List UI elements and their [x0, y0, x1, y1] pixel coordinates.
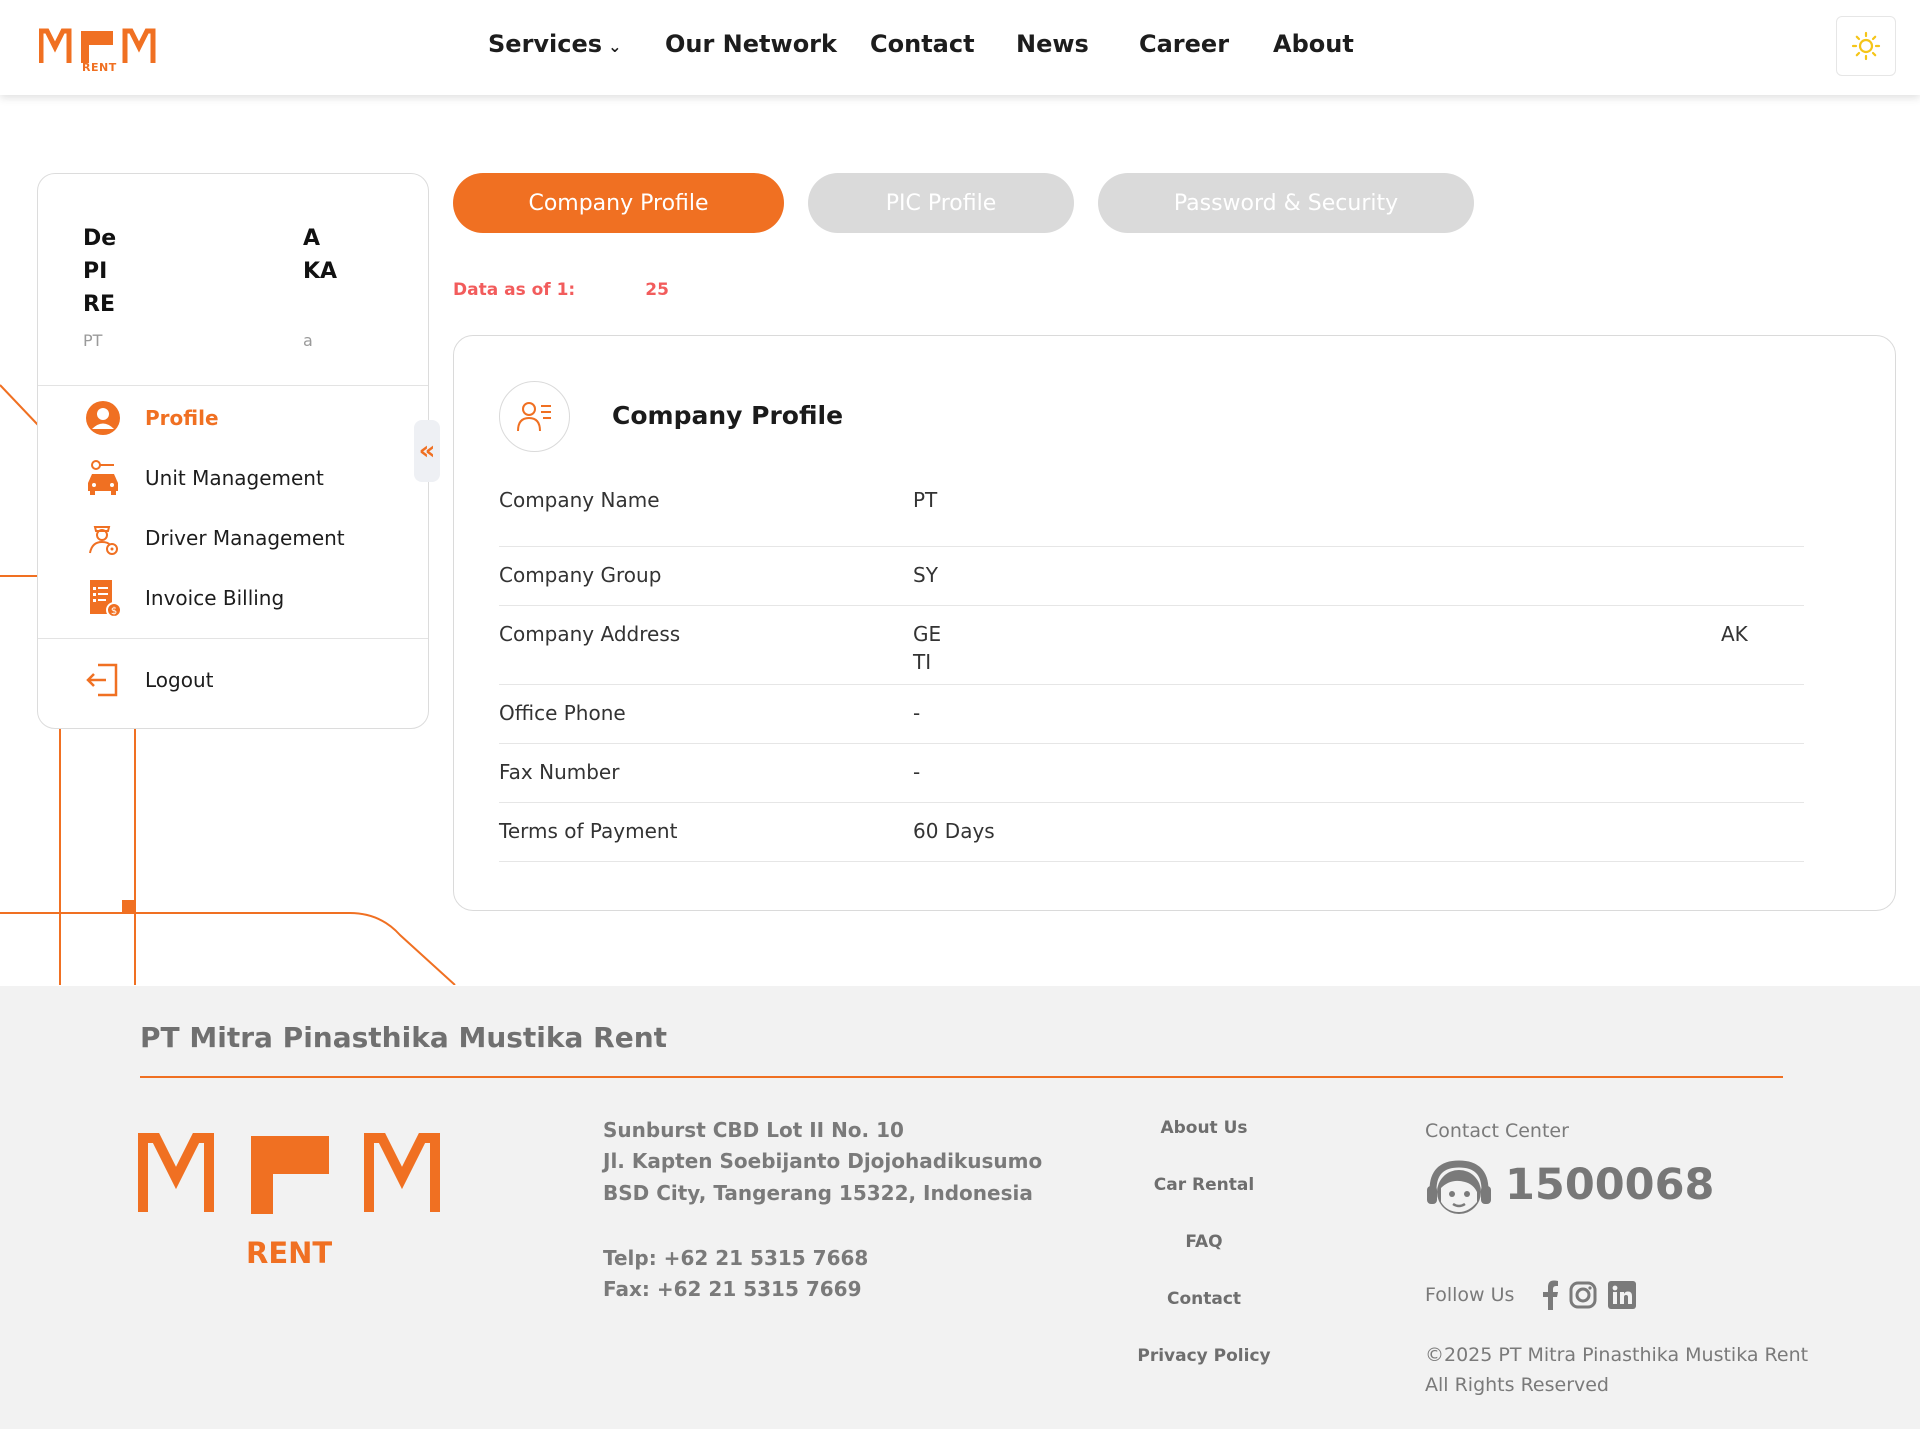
- sidebar-item-driver-management[interactable]: Driver Management: [83, 518, 345, 558]
- contact-center-label: Contact Center: [1425, 1120, 1569, 1142]
- instagram-icon[interactable]: [1568, 1280, 1598, 1310]
- table-row: Terms of Payment 60 Days: [499, 803, 1804, 862]
- rights-text: All Rights Reserved: [1425, 1374, 1609, 1396]
- footer-link-faq[interactable]: FAQ: [1104, 1232, 1304, 1252]
- svg-text:$: $: [111, 606, 117, 617]
- user-name-line: PI KA: [83, 259, 338, 284]
- section-title: Company Profile: [612, 401, 844, 430]
- footer-link-about-us[interactable]: About Us: [1104, 1118, 1304, 1138]
- facebook-icon[interactable]: [1535, 1280, 1565, 1310]
- tab-password-security[interactable]: Password & Security: [1098, 173, 1474, 233]
- headset-agent-icon: [1427, 1160, 1491, 1214]
- double-chevron-left-icon: «: [418, 436, 436, 466]
- divider: [38, 385, 428, 386]
- copyright-text: ©2025 PT Mitra Pinasthika Mustika Rent: [1425, 1344, 1809, 1366]
- profile-list-icon: [499, 381, 570, 452]
- site-header: RENT Services ⌄ Our Network Contact News …: [0, 0, 1920, 95]
- logo-subtitle: RENT: [82, 61, 117, 74]
- footer-mpm-logo: [138, 1133, 440, 1214]
- divider: [38, 638, 428, 639]
- address-line: Sunburst CBD Lot II No. 10: [603, 1118, 904, 1142]
- site-footer: PT Mitra Pinasthika Mustika Rent RENT Su…: [0, 986, 1920, 1429]
- telp-line: Telp: +62 21 5315 7668: [603, 1246, 869, 1270]
- nav-news[interactable]: News: [1016, 30, 1089, 58]
- footer-link-contact[interactable]: Contact: [1104, 1289, 1304, 1309]
- table-row: Company Group SY: [499, 547, 1804, 606]
- user-company: PT a: [83, 331, 313, 350]
- account-sidebar: De A PI KA RE PT a Profile Unit Manageme…: [37, 173, 429, 729]
- table-row: Office Phone -: [499, 685, 1804, 744]
- user-name-line: De A: [83, 226, 321, 251]
- data-as-of-label: Data as of 1: 25: [453, 280, 669, 300]
- theme-toggle-button[interactable]: [1836, 16, 1896, 76]
- sidebar-item-invoice-billing[interactable]: $ Invoice Billing: [83, 578, 284, 618]
- fax-line: Fax: +62 21 5315 7669: [603, 1277, 862, 1301]
- user-circle-icon: [83, 398, 123, 438]
- logout-icon: [83, 660, 123, 700]
- sidebar-item-profile[interactable]: Profile: [83, 398, 219, 438]
- footer-company-name: PT Mitra Pinasthika Mustika Rent: [140, 1021, 668, 1054]
- nav-contact[interactable]: Contact: [870, 30, 975, 58]
- footer-logo-subtitle: RENT: [246, 1236, 333, 1270]
- sidebar-item-unit-management[interactable]: Unit Management: [83, 458, 324, 498]
- car-icon: [83, 458, 123, 498]
- address-line: BSD City, Tangerang 15322, Indonesia: [603, 1181, 1033, 1205]
- address-line: Jl. Kapten Soebijanto Djojohadikusumo: [603, 1149, 1043, 1173]
- nav-about[interactable]: About: [1273, 30, 1354, 58]
- chevron-down-icon: ⌄: [608, 37, 622, 56]
- tab-pic-profile[interactable]: PIC Profile: [808, 173, 1074, 233]
- table-row: Company Name PT: [499, 488, 1804, 547]
- footer-link-privacy-policy[interactable]: Privacy Policy: [1104, 1346, 1304, 1366]
- logout-button[interactable]: Logout: [83, 660, 213, 700]
- user-info: De A PI KA RE PT a: [83, 222, 403, 353]
- user-name-line: RE: [83, 292, 115, 317]
- driver-icon: [83, 518, 123, 558]
- follow-us-label: Follow Us: [1425, 1284, 1515, 1306]
- table-row: Company Address GE AK TI: [499, 606, 1804, 685]
- footer-divider: [140, 1076, 1783, 1078]
- table-row: Fax Number -: [499, 744, 1804, 803]
- nav-our-network[interactable]: Our Network: [665, 30, 837, 58]
- nav-career[interactable]: Career: [1139, 30, 1229, 58]
- contact-center-number[interactable]: 1500068: [1505, 1160, 1714, 1210]
- company-profile-card: Company Profile Company Name PT Company …: [453, 335, 1896, 911]
- tab-company-profile[interactable]: Company Profile: [453, 173, 784, 233]
- linkedin-icon[interactable]: [1607, 1280, 1637, 1310]
- sun-icon: [1851, 31, 1881, 61]
- invoice-icon: $: [83, 578, 123, 618]
- collapse-sidebar-button[interactable]: «: [414, 420, 440, 482]
- nav-services[interactable]: Services ⌄: [488, 30, 621, 58]
- footer-link-car-rental[interactable]: Car Rental: [1104, 1175, 1304, 1195]
